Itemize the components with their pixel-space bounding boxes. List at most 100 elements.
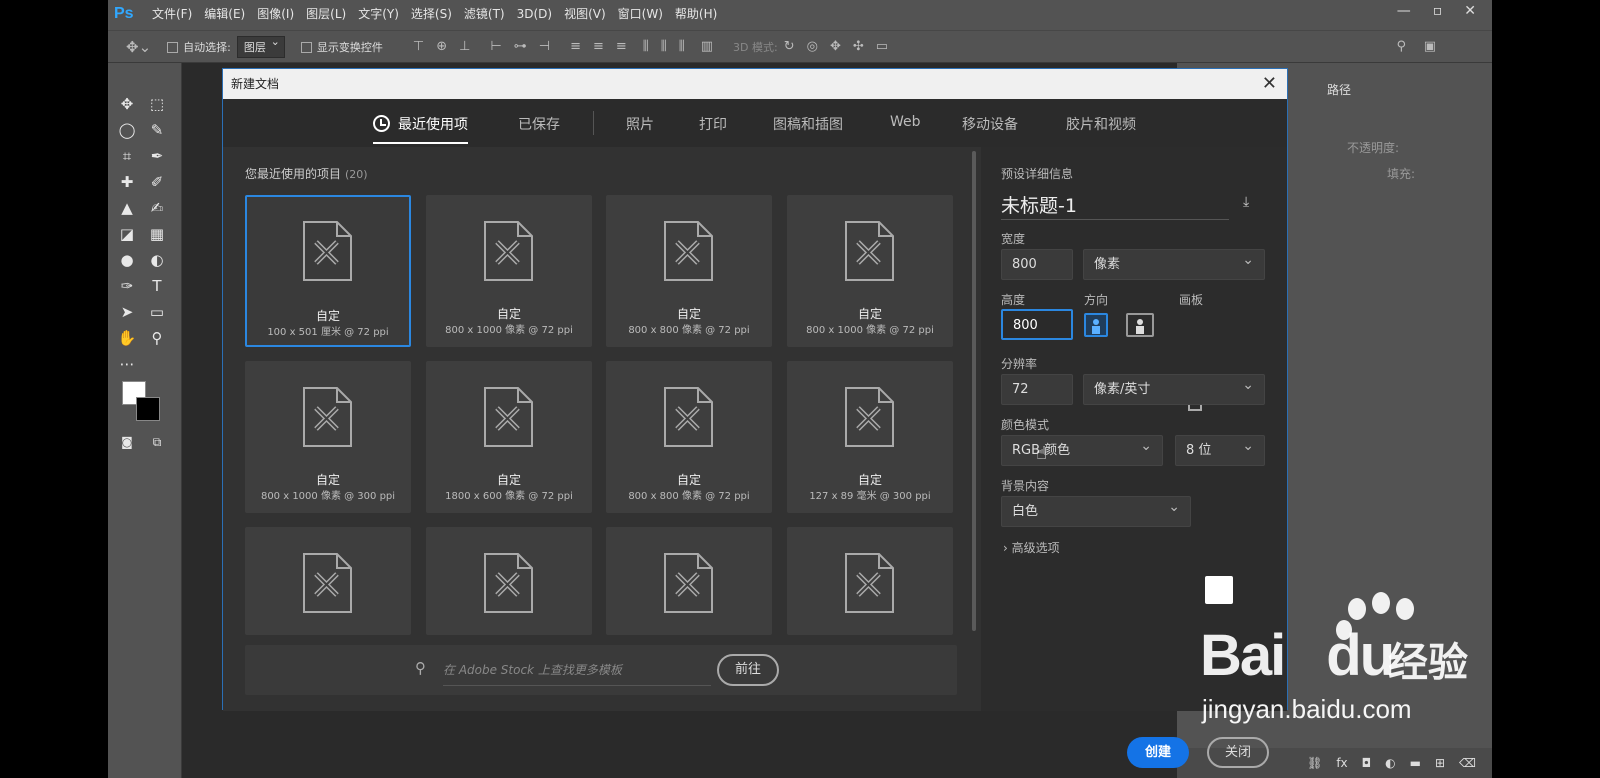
more-tools-icon[interactable]: ⋯ [116,353,138,375]
dialog-close-icon[interactable]: ✕ [1262,69,1277,99]
tab-photo[interactable]: 照片 [626,114,654,134]
recent-preset-card[interactable]: 自定 127 x 89 毫米 @ 300 ppi [787,361,953,513]
menu-edit[interactable]: 编辑(E) [204,5,245,22]
minimize-button[interactable]: — [1397,0,1411,22]
chevron-right-icon: › [1003,541,1008,555]
close-button[interactable]: 关闭 [1207,737,1269,768]
stock-search-bar: ⚲ 在 Adobe Stock 上查找更多模板 前往 [245,645,957,695]
recent-preset-card[interactable]: 自定 800 x 1000 像素 @ 72 ppi [426,195,592,347]
move-tool-icon[interactable]: ✥ [116,93,138,115]
background-label: 背景内容 [1001,479,1050,493]
dodge-tool-icon[interactable]: ◐ [146,249,168,271]
width-unit-select[interactable]: 像素 [1083,246,1265,280]
menu-type[interactable]: 文字(Y) [358,5,399,22]
mouse-cursor-icon: ☝ [1036,443,1047,464]
auto-select-dropdown[interactable]: 图层 [236,35,285,58]
background-select[interactable]: 白色 [1001,493,1191,527]
menu-select[interactable]: 选择(S) [411,5,452,22]
pen-tool-icon[interactable]: ✑ [116,275,138,297]
auto-select-checkbox[interactable]: 自动选择: [167,39,231,55]
document-icon [664,387,713,447]
crop-tool-icon[interactable]: ⌗ [116,145,138,167]
stock-search-input[interactable]: 在 Adobe Stock 上查找更多模板 [443,661,743,678]
maximize-button[interactable]: ▫ [1433,0,1443,22]
link-icon[interactable]: ⛓ [1307,756,1322,770]
tab-mobile[interactable]: 移动设备 [962,114,1018,134]
show-transform-checkbox[interactable]: 显示变换控件 [300,39,383,55]
gradient-tool-icon[interactable]: ▦ [146,223,168,245]
recent-preset-card[interactable] [245,527,411,635]
hand-tool-icon[interactable]: ✋ [116,327,138,349]
lasso-tool-icon[interactable]: ◯ [116,119,138,141]
quick-mask-icon[interactable]: ◙ [116,431,138,453]
brush-tool-icon[interactable]: ✐ [146,171,168,193]
tab-print[interactable]: 打印 [699,114,727,134]
advanced-options-toggle[interactable]: › 高级选项 [1003,539,1060,556]
tab-web[interactable]: Web [890,114,921,130]
move-tool-icon[interactable]: ✥⌄ [126,38,151,56]
menu-file[interactable]: 文件(F) [152,5,192,22]
blur-tool-icon[interactable]: ● [116,249,138,271]
menu-help[interactable]: 帮助(H) [675,5,717,22]
create-button[interactable]: 创建 [1127,737,1189,768]
eraser-tool-icon[interactable]: ◪ [116,223,138,245]
healing-tool-icon[interactable]: ✚ [116,171,138,193]
width-input[interactable]: 800 [1001,249,1073,280]
trash-icon[interactable]: ⌫ [1459,756,1476,770]
tab-art[interactable]: 图稿和插图 [773,114,843,134]
stamp-tool-icon[interactable]: ▲ [116,197,138,219]
recent-preset-card[interactable] [426,527,592,635]
recent-preset-card[interactable]: 自定 800 x 800 像素 @ 72 ppi [606,195,772,347]
recent-preset-card[interactable]: 自定 800 x 1000 像素 @ 72 ppi [787,195,953,347]
marquee-tool-icon[interactable]: ⬚ [146,93,168,115]
folder-icon[interactable]: ▬ [1410,756,1421,770]
tab-saved[interactable]: 已保存 [518,114,560,134]
screen-mode-icon[interactable]: ⧉ [146,431,168,453]
history-brush-tool-icon[interactable]: ✍ [146,197,168,219]
menu-filter[interactable]: 滤镜(T) [464,5,505,22]
tab-recent[interactable]: 最近使用项 [373,114,468,144]
zoom-tool-icon[interactable]: ⚲ [146,327,168,349]
menu-3d[interactable]: 3D(D) [517,7,552,21]
menu-view[interactable]: 视图(V) [564,5,606,22]
type-tool-icon[interactable]: T [146,275,168,297]
recent-preset-card[interactable]: 自定 800 x 800 像素 @ 72 ppi [606,361,772,513]
tab-film[interactable]: 胶片和视频 [1066,114,1136,134]
color-mode-select[interactable]: RGB 颜色 [1001,432,1163,466]
quick-select-tool-icon[interactable]: ✎ [146,119,168,141]
portrait-button[interactable] [1084,313,1108,337]
save-preset-icon[interactable]: ⤓ [1243,194,1249,210]
go-button[interactable]: 前往 [717,654,779,686]
path-select-tool-icon[interactable]: ➤ [116,301,138,323]
recent-preset-card[interactable] [787,527,953,635]
align-icons[interactable]: ⊤ ⊕ ⊥ ⊢ ⊶ ⊣ ≡ ≡ ≡ ⫼ ⫼ ⫼ ▥ [407,39,719,54]
document-name-field[interactable]: 未标题-1 [1001,191,1077,218]
resolution-unit-select[interactable]: 像素/英寸 [1083,371,1265,405]
menu-layer[interactable]: 图层(L) [306,5,346,22]
background-color-swatch[interactable] [1205,576,1233,604]
scrollbar[interactable] [972,151,976,631]
recent-preset-card[interactable]: 自定 1800 x 600 像素 @ 72 ppi [426,361,592,513]
new-layer-icon[interactable]: ⊞ [1435,756,1445,770]
document-icon [484,387,533,447]
recent-preset-card[interactable]: 自定 100 x 501 厘米 @ 72 ppi [245,195,411,347]
bit-depth-select[interactable]: 8 位 [1175,432,1265,466]
workspace-icon[interactable]: ▣ [1424,39,1436,54]
height-input[interactable]: 800 [1001,309,1073,340]
background-color-swatch[interactable] [136,397,160,421]
adjustment-icon[interactable]: ◐ [1385,756,1395,770]
eyedropper-tool-icon[interactable]: ✒ [146,145,168,167]
menu-image[interactable]: 图像(I) [257,5,294,22]
search-icon[interactable]: ⚲ [1396,39,1406,54]
3d-mode-icons[interactable]: ↻ ◎ ✥ ✣ ▭ [778,39,894,54]
fx-icon[interactable]: fx [1336,756,1347,770]
shape-tool-icon[interactable]: ▭ [146,301,168,323]
recent-preset-card[interactable]: 自定 800 x 1000 像素 @ 300 ppi [245,361,411,513]
menu-window[interactable]: 窗口(W) [618,5,663,22]
window-close-button[interactable]: ✕ [1464,0,1476,22]
mask-icon[interactable]: ◘ [1362,756,1372,770]
tab-paths[interactable]: 路径 [1327,81,1351,98]
resolution-input[interactable]: 72 [1001,374,1073,405]
recent-preset-card[interactable] [606,527,772,635]
landscape-button[interactable] [1126,313,1154,337]
